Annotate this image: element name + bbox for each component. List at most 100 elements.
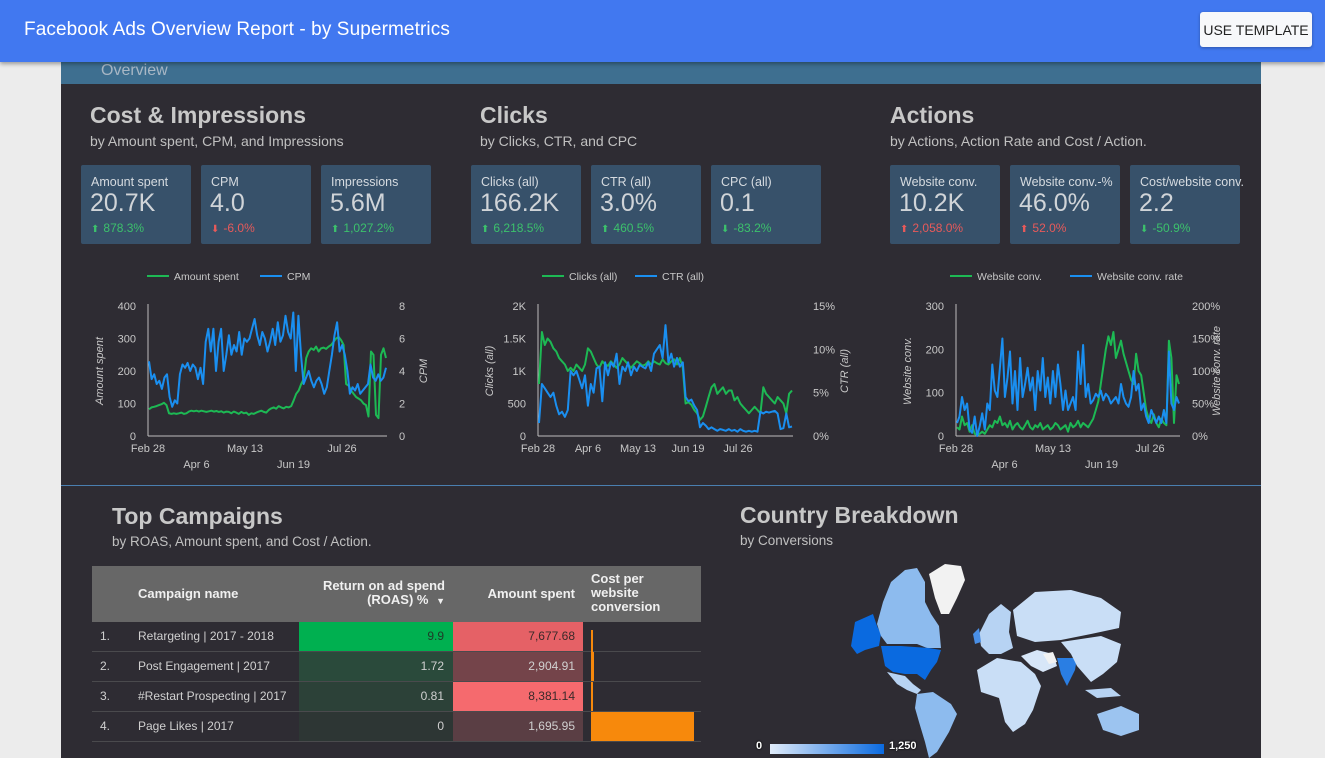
y-tick-label: 200 [926, 344, 944, 356]
kpi-delta: ⬆ 878.3% [91, 221, 144, 235]
y2-tick-label: 5% [813, 388, 829, 400]
kpi-value: 10.2K [899, 189, 965, 217]
roas-value: 1.72 [299, 652, 453, 681]
y2-tick-label: 4 [399, 366, 405, 378]
legend-label: CPM [287, 271, 310, 283]
legend-label: Website conv. [977, 271, 1042, 283]
x-tick-label: Feb 28 [939, 443, 973, 455]
table-row[interactable]: 4. Page Likes | 2017 0 1,695.95 [92, 712, 701, 742]
y2-tick-label: 0% [1192, 431, 1208, 443]
campaign-name: Page Likes | 2017 [138, 719, 234, 733]
y2-tick-label: 6 [399, 334, 405, 346]
cost-per-conversion-cell [583, 652, 701, 681]
kpi-card-amount-spent: Amount spent 20.7K ⬆ 878.3% [81, 165, 191, 244]
arrow-up-icon: ⬆ [481, 224, 490, 235]
table-row[interactable]: 3. #Restart Prospecting | 2017 0.81 8,381.1… [92, 682, 701, 712]
map-region-india [1057, 658, 1077, 686]
kpi-delta: ⬇ -83.2% [721, 221, 771, 235]
kpi-label: CTR (all) [601, 175, 651, 189]
column-header-roas[interactable]: Return on ad spend (ROAS) % ▼ [299, 579, 445, 608]
amount-spent-value: 8,381.14 [453, 682, 583, 711]
y-tick-label: 100 [118, 399, 136, 411]
world-map[interactable] [821, 562, 1161, 758]
map-region-russia [1013, 590, 1121, 642]
y2-axis-title: Website conv. rate [1211, 326, 1223, 416]
arrow-up-icon: ⬆ [1020, 224, 1029, 235]
kpi-value: 166.2K [480, 189, 560, 217]
roas-value: 0.81 [299, 682, 453, 711]
kpi-delta-value: 52.0% [1032, 221, 1067, 235]
cost-section-title: Cost & Impressions [90, 102, 306, 128]
y2-axis-title: CTR (all) [839, 349, 851, 393]
overview-page-tab[interactable]: Overview [61, 62, 1261, 84]
roas-value: 0 [299, 712, 453, 741]
column-header-cost-per-conv[interactable]: Cost per website conversion [591, 572, 681, 614]
country-section-title: Country Breakdown [740, 502, 959, 528]
x-tick-label: Jul 26 [327, 443, 356, 455]
kpi-delta: ⬆ 52.0% [1020, 221, 1066, 235]
actions-section-title: Actions [890, 102, 975, 128]
actions-chart[interactable]: Website conv. Website conv. rate 0 100 200 30… [890, 268, 1260, 473]
row-index: 2. [100, 659, 111, 673]
x-tick-label: Jul 26 [723, 443, 752, 455]
y-tick-label: 0 [130, 431, 136, 443]
clicks-chart[interactable]: Clicks (all) CTR (all) 0 500 1K 1.5K 2K 0% 5% 10%… [475, 268, 865, 473]
cost-per-conversion-bar [591, 712, 694, 741]
use-template-button[interactable]: USE TEMPLATE [1200, 12, 1312, 47]
kpi-label: Cost/website conv. [1140, 175, 1244, 189]
y2-tick-label: 10% [813, 344, 835, 356]
x-tick-label: May 13 [1035, 443, 1071, 455]
series-line-clicks-all [538, 331, 793, 421]
y2-tick-label: 200% [1192, 301, 1220, 313]
column-header-campaign[interactable]: Campaign name [138, 586, 238, 601]
y2-axis-title: CPM [418, 358, 430, 383]
kpi-value: 4.0 [210, 189, 245, 217]
clicks-section-subtitle: by Clicks, CTR, and CPC [480, 133, 638, 149]
map-region-united-kingdom [973, 628, 981, 644]
campaigns-section-subtitle: by ROAS, Amount spent, and Cost / Action… [112, 534, 372, 549]
kpi-value: 46.0% [1019, 189, 1090, 217]
y2-tick-label: 0% [813, 431, 829, 443]
actions-section-subtitle: by Actions, Action Rate and Cost / Actio… [890, 133, 1147, 149]
cost-section-subtitle: by Amount spent, CPM, and Impressions [90, 133, 344, 149]
kpi-value: 20.7K [90, 189, 156, 217]
kpi-label: Amount spent [91, 175, 169, 189]
map-region-alaska [851, 614, 881, 654]
top-campaigns-table: Campaign name Return on ad spend (ROAS) … [92, 566, 701, 742]
overview-label: Overview [101, 62, 168, 79]
sort-descending-icon: ▼ [436, 596, 445, 606]
cost-per-conversion-bar [591, 682, 594, 711]
map-region-africa [977, 658, 1041, 732]
x-tick-label: May 13 [227, 443, 263, 455]
legend-label: Clicks (all) [569, 271, 617, 283]
y-tick-label: 300 [926, 301, 944, 313]
y-tick-label: 500 [508, 399, 526, 411]
column-header-amount[interactable]: Amount spent [453, 586, 575, 601]
x-tick-label: Jun 19 [671, 443, 704, 455]
table-row[interactable]: 1. Retargeting | 2017 - 2018 9.9 7,677.68 [92, 622, 701, 659]
kpi-delta-value: 2,058.0% [912, 221, 964, 235]
cost-per-conversion-bar [591, 652, 595, 681]
kpi-label: Website conv.-% [1020, 175, 1113, 189]
amount-spent-value: 2,904.91 [453, 652, 583, 681]
x-tick-label: Feb 28 [131, 443, 165, 455]
table-row[interactable]: 2. Post Engagement | 2017 1.72 2,904.91 [92, 652, 701, 682]
x-tick-label: Jun 19 [1085, 459, 1118, 471]
cost-impressions-chart[interactable]: Amount spent CPM 0 100 200 300 400 0 2 4 6 8 Amount … [85, 268, 455, 473]
kpi-delta: ⬇ -6.0% [211, 221, 255, 235]
arrow-up-icon: ⬆ [331, 224, 340, 235]
campaign-name: Post Engagement | 2017 [138, 659, 270, 673]
report-page: Overview Cost & Impressions by Amount sp… [61, 62, 1261, 758]
amount-spent-value: 1,695.95 [453, 712, 583, 741]
table-header: Campaign name Return on ad spend (ROAS) … [92, 566, 701, 622]
map-region-europe [979, 604, 1013, 654]
y-axis-title: Amount spent [94, 336, 106, 406]
map-region-south-america [915, 692, 957, 758]
row-index: 1. [100, 629, 111, 643]
map-legend-max: 1,250 [889, 740, 917, 752]
kpi-card-cpm: CPM 4.0 ⬇ -6.0% [201, 165, 311, 244]
kpi-card-impressions: Impressions 5.6M ⬆ 1,027.2% [321, 165, 431, 244]
kpi-label: Clicks (all) [481, 175, 539, 189]
map-legend-min: 0 [756, 740, 763, 752]
kpi-label: Impressions [331, 175, 399, 189]
